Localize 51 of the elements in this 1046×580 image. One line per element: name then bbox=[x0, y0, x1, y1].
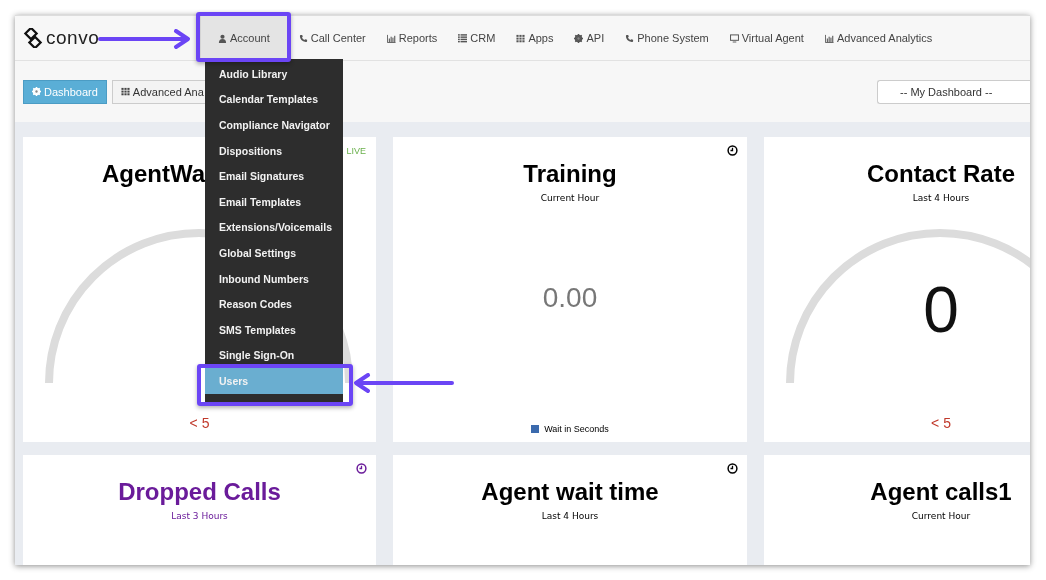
dropdown-menu-item[interactable]: Email Templates bbox=[205, 188, 343, 215]
legend-swatch bbox=[531, 425, 540, 433]
gear-icon bbox=[574, 33, 584, 43]
dropdown-menu-item[interactable]: Extensions/Voicemails bbox=[205, 214, 343, 241]
live-label: LIVE bbox=[346, 146, 366, 156]
dashboard-select[interactable]: -- My Dashboard -- bbox=[877, 79, 1030, 104]
widget-subtitle: Last 3 Hours bbox=[171, 510, 228, 523]
nav-menu-item[interactable]: Reports bbox=[376, 16, 448, 60]
nav-menu-item[interactable]: CRM bbox=[448, 16, 506, 60]
widget-subtitle: Last 4 Hours bbox=[541, 510, 599, 523]
dropdown-menu-item[interactable]: Dispositions bbox=[205, 137, 343, 164]
widget-title: Agent wait time bbox=[481, 477, 659, 507]
threshold-label: < 5 bbox=[189, 414, 210, 432]
bar-chart-icon bbox=[386, 33, 396, 43]
grid-icon bbox=[516, 33, 526, 43]
dropdown-menu-item[interactable]: SMS Templates bbox=[205, 316, 343, 343]
grid-icon bbox=[120, 87, 130, 96]
widget-subtitle: Current Hour bbox=[911, 510, 971, 523]
legend-label: Wait in Seconds bbox=[544, 424, 609, 434]
nav-menu-item[interactable]: Apps bbox=[506, 16, 564, 60]
dropdown-menu-item[interactable]: Email Signatures bbox=[205, 163, 343, 189]
widget-title: AgentWa bbox=[102, 159, 206, 189]
dropdown-menu-item[interactable]: Inbound Numbers bbox=[205, 265, 343, 292]
metric-value: 0.00 bbox=[542, 280, 598, 315]
nav-menu-item[interactable]: Advanced Analytics bbox=[814, 16, 943, 60]
widget-title: Dropped Calls bbox=[118, 477, 281, 507]
user-icon bbox=[218, 33, 227, 43]
nav-menu-item[interactable]: API bbox=[564, 16, 615, 60]
logo-icon bbox=[23, 28, 43, 48]
dropdown-menu-item[interactable]: Global Settings bbox=[205, 240, 343, 266]
widget-title: Training bbox=[523, 159, 617, 189]
nav-menu-item[interactable]: Phone System bbox=[615, 16, 719, 60]
widget-subtitle: Last 4 Hours bbox=[912, 192, 970, 205]
monitor-icon bbox=[729, 33, 739, 43]
threshold-label: < 5 bbox=[931, 414, 951, 432]
gear-icon bbox=[32, 87, 41, 96]
widget-subtitle: Current Hour bbox=[540, 192, 600, 205]
phone-icon bbox=[625, 33, 635, 43]
list-icon bbox=[458, 33, 468, 43]
gauge-value: 0 bbox=[923, 274, 959, 345]
dropdown-menu-item[interactable]: Single Sign-On bbox=[205, 342, 343, 369]
widget-title: Agent calls1 bbox=[870, 477, 1012, 507]
logo-text: convo bbox=[46, 27, 100, 49]
nav-menu-item[interactable]: Call Center bbox=[288, 16, 376, 60]
bar-chart-icon bbox=[824, 33, 834, 43]
nav-menu-item[interactable]: Virtual Agent bbox=[719, 16, 814, 60]
dropdown-menu-item[interactable]: Reason Codes bbox=[205, 291, 343, 317]
phone-icon bbox=[298, 33, 308, 43]
nav-menu-item[interactable]: Account bbox=[200, 16, 288, 60]
widget-title: Contact Rate bbox=[867, 159, 1015, 189]
dropdown-menu-item[interactable]: Compliance Navigator bbox=[205, 112, 343, 138]
